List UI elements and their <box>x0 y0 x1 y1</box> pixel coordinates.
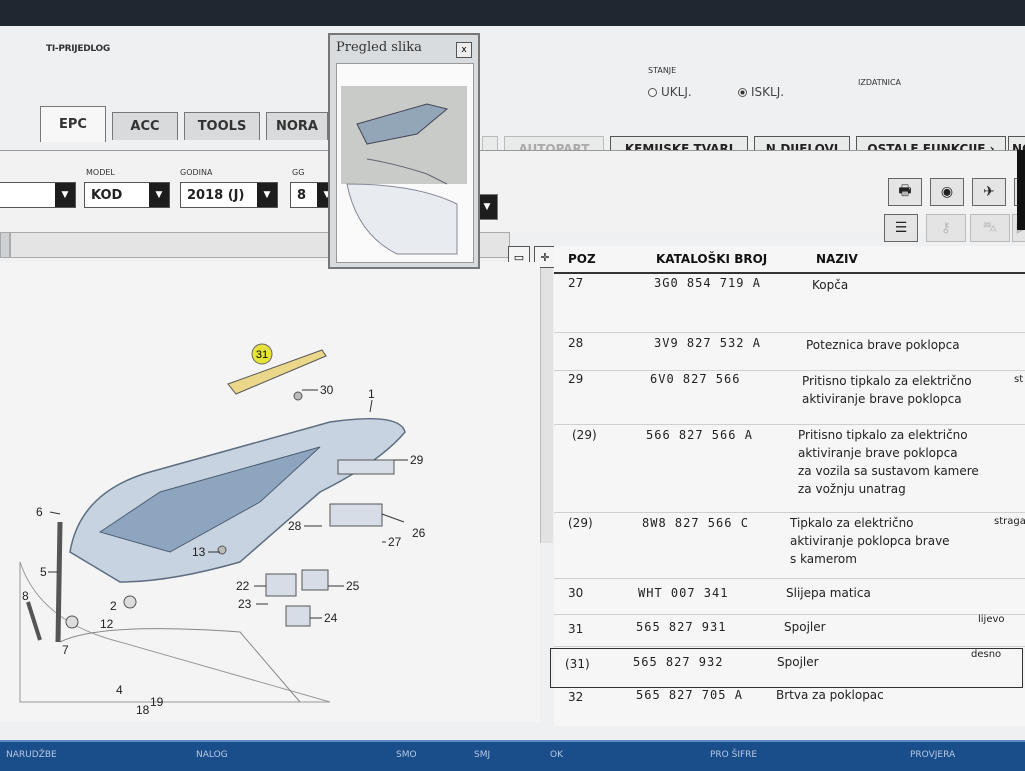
list-icon: ☰ <box>894 220 908 236</box>
parts-diagram[interactable]: 31 30 1 29 6 28 26 27 13 5 22 25 23 24 8… <box>0 262 540 722</box>
col-kataloski-broj[interactable]: KATALOŠKI BROJ <box>656 252 767 266</box>
status-smo[interactable]: SMO <box>396 750 417 760</box>
callout-30[interactable]: 30 <box>320 383 334 397</box>
callout-5[interactable]: 5 <box>40 565 47 579</box>
callout-24[interactable]: 24 <box>324 611 338 625</box>
dropdown-arrow-icon: ▼ <box>55 183 75 207</box>
callout-22[interactable]: 22 <box>236 579 250 593</box>
callout-12[interactable]: 12 <box>100 617 114 631</box>
key-button[interactable]: ⚷ <box>926 214 966 242</box>
callout-28[interactable]: 28 <box>288 519 302 533</box>
callout-1[interactable]: 1 <box>368 387 375 401</box>
tab-acc[interactable]: ACC <box>112 112 178 140</box>
radio-isklj[interactable]: ISKLJ. <box>738 85 784 99</box>
print-button[interactable]: 🖶 <box>888 178 922 206</box>
tailgate-thumbnail <box>341 86 467 255</box>
callout-2[interactable]: 2 <box>110 599 117 613</box>
callout-7[interactable]: 7 <box>62 643 69 657</box>
model-select[interactable]: KOD ▼ <box>84 182 170 208</box>
tab-nora[interactable]: NORA <box>266 112 328 140</box>
status-smj[interactable]: SMJ <box>474 750 490 760</box>
window-top-frame <box>0 0 1025 26</box>
image-preview-window[interactable]: Pregled slika x <box>328 33 480 269</box>
tab-epc[interactable]: EPC <box>40 106 106 142</box>
radio-uklj[interactable]: UKLJ. <box>648 85 692 99</box>
list-button[interactable]: ☰ <box>884 214 918 242</box>
callout-6[interactable]: 6 <box>36 505 43 519</box>
table-row[interactable]: 30 WHT 007 341 Slijepa matica <box>554 578 1025 615</box>
table-header: POZ KATALOŠKI BROJ NAZIV <box>554 246 1025 274</box>
status-bar: NARUDŽBE NALOG SMO SMJ OK PRO ŠIFRE PROV… <box>0 740 1025 771</box>
car-icon: ⛍ <box>982 219 998 235</box>
preview-thumbnail[interactable] <box>336 63 474 263</box>
callout-25[interactable]: 25 <box>346 579 360 593</box>
table-row[interactable]: 27 3G0 854 719 A Kopča <box>554 274 1025 333</box>
radio-selected-icon <box>738 87 747 97</box>
dropdown-arrow-icon: ▼ <box>257 183 277 207</box>
godina-label: GODINA <box>180 168 213 177</box>
table-row[interactable]: 28 3V9 827 532 A Poteznica brave poklopc… <box>554 332 1025 371</box>
izdatnica-label: IZDATNICA <box>858 78 901 87</box>
callout-31[interactable]: 31 <box>256 349 268 361</box>
tailgate-exploded-view: 31 30 1 29 6 28 26 27 13 5 22 25 23 24 8… <box>19 343 426 717</box>
stanje-label: STANJE <box>648 66 677 75</box>
gg-label: GG <box>292 168 305 177</box>
dropdown-arrow-icon: ▼ <box>149 183 169 207</box>
callout-26[interactable]: 26 <box>412 526 426 540</box>
diagram-vertical-scrollbar[interactable] <box>540 268 553 543</box>
search-disc-button[interactable]: ◉ <box>930 178 964 206</box>
callout-19[interactable]: 19 <box>150 695 164 709</box>
callout-29[interactable]: 29 <box>410 453 424 467</box>
status-nalog[interactable]: NALOG <box>196 750 228 760</box>
callout-27[interactable]: 27 <box>388 535 402 549</box>
preview-title: Pregled slika <box>336 40 422 55</box>
dropdown-arrow-icon: ▼ <box>477 195 497 219</box>
crosshair-icon: ✛ <box>540 250 550 264</box>
model-label: MODEL <box>86 168 115 177</box>
status-narudzbe[interactable]: NARUDŽBE <box>6 750 57 760</box>
col-naziv[interactable]: NAZIV <box>816 252 858 266</box>
table-row[interactable]: 32 565 827 705 A Brtva za poklopac <box>554 686 1025 716</box>
table-row[interactable]: (29) 8W8 827 566 C Tipkalo za električno… <box>554 512 1025 579</box>
table-row-selected[interactable]: (31) 565 827 932 Spojler desno <box>550 648 1023 688</box>
printer-icon: 🖶 <box>898 183 912 199</box>
car-tool-icon: ✈ <box>983 184 995 200</box>
col-poz[interactable]: POZ <box>568 252 596 266</box>
godina-select[interactable]: 2018 (J) ▼ <box>180 182 278 208</box>
catalog-select[interactable]: ▼ <box>0 182 76 208</box>
callout-4[interactable]: 4 <box>116 683 123 697</box>
status-ok[interactable]: OK <box>550 750 563 760</box>
tool-button[interactable]: ✈ <box>972 178 1006 206</box>
close-icon: x <box>461 45 467 55</box>
close-button[interactable]: x <box>456 42 472 58</box>
car-button[interactable]: ⛍ <box>970 214 1010 242</box>
table-row[interactable]: 31 565 827 931 Spojler lijevo <box>554 614 1025 647</box>
tab-tools[interactable]: TOOLS <box>184 112 260 140</box>
parts-table: POZ KATALOŠKI BROJ NAZIV 27 3G0 854 719 … <box>550 246 1025 726</box>
table-row[interactable]: 29 6V0 827 566 Pritisno tipkalo za elekt… <box>554 370 1025 425</box>
callout-18[interactable]: 18 <box>136 703 150 717</box>
table-row[interactable]: (29) 566 827 566 A Pritisno tipkalo za e… <box>554 424 1025 513</box>
radio-circle-icon <box>648 87 657 97</box>
callout-13[interactable]: 13 <box>192 545 206 559</box>
right-edge <box>1017 150 1025 230</box>
callout-23[interactable]: 23 <box>238 597 252 611</box>
key-icon: ⚷ <box>940 220 952 236</box>
app-title: TI-PRIJEDLOG <box>46 44 110 54</box>
callout-8[interactable]: 8 <box>22 589 29 603</box>
scroll-left-handle[interactable] <box>0 232 10 258</box>
status-pro-sifre[interactable]: PRO ŠIFRE <box>710 750 757 760</box>
disc-icon: ◉ <box>940 184 954 200</box>
status-provjera[interactable]: PROVJERA <box>910 750 955 760</box>
epc-window: TI-PRIJEDLOG STANJE UKLJ. ISKLJ. IZDATNI… <box>0 0 1025 740</box>
